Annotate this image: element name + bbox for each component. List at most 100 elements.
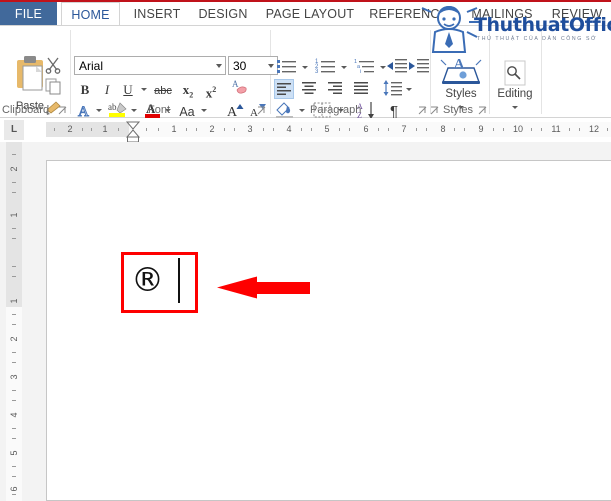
ruler-label: 2 [63,124,77,134]
chevron-down-icon[interactable] [201,109,207,112]
clear-formatting-button[interactable]: A [230,78,250,98]
align-justify-icon [352,79,370,97]
tab-stop-selector[interactable]: L [4,120,24,140]
ruler-label: 5 [320,124,334,134]
copy-button[interactable] [44,77,64,97]
ribbon-tab-strip: FILE HOME INSERT DESIGN PAGE LAYOUT REFE… [0,2,611,26]
indent-markers[interactable] [125,119,141,143]
clipboard-dialog-launcher[interactable] [58,106,67,115]
chevron-down-icon[interactable] [341,66,347,69]
group-label-clipboard: Clipboard [2,104,49,116]
highlight-icon: ab [107,100,129,120]
ruler-label: 7 [397,124,411,134]
tab-page-layout[interactable]: PAGE LAYOUT [258,2,362,26]
paragraph-dialog-launcher[interactable] [418,106,427,115]
numbering-button[interactable]: 1 2 3 [315,57,337,77]
copy-icon [44,77,62,95]
superscript-index: 2 [212,85,216,94]
svg-text:A: A [78,104,89,119]
group-separator [430,30,431,114]
tab-mailings[interactable]: MAILINGS [464,2,540,26]
styles-dialog-launcher[interactable] [478,106,487,115]
ruler-label: 9 [474,124,488,134]
chevron-down-icon[interactable] [512,106,518,109]
text-cursor [178,258,180,303]
strikethrough-button[interactable]: abc [152,81,174,101]
group-label-paragraph: Paragraph [310,104,361,116]
tab-file[interactable]: FILE [0,2,57,26]
subscript-button[interactable]: x2 [180,80,196,100]
tab-references[interactable]: REFERENCES [366,2,460,26]
line-spacing-icon [382,79,404,97]
chevron-down-icon[interactable] [96,109,102,112]
scissors-icon [44,56,62,74]
annotation-arrow [217,274,310,299]
decrease-indent-icon [386,57,408,75]
ruler-label: 11 [549,124,563,134]
bullet-list-icon [276,57,298,75]
group-label-styles: Styles [443,104,473,116]
ruler-label: 2 [205,124,219,134]
tab-insert[interactable]: INSERT [128,2,186,26]
svg-text:3: 3 [315,69,319,75]
multilevel-list-icon: 1 a i [354,57,376,75]
cut-button[interactable] [44,56,64,76]
ruler-label: 2 [9,331,19,347]
document-page[interactable] [46,160,611,501]
grow-font-button[interactable]: A [226,100,246,120]
font-name-value: Arial [79,59,103,73]
highlight-button[interactable]: ab [107,100,127,120]
styles-gallery-label: Styles [434,88,488,100]
clear-formatting-icon: A [230,78,250,96]
ruler-label: 2 [9,161,19,177]
font-size-value: 30 [233,59,246,73]
decrease-indent-button[interactable] [386,57,408,77]
chevron-down-icon[interactable] [216,64,222,68]
group-separator [489,30,490,114]
chevron-down-icon[interactable] [131,109,137,112]
ribbon: Paste Clipboard [0,26,611,118]
shading-icon [274,101,296,119]
font-name-combobox[interactable]: Arial [74,56,226,75]
underline-button[interactable]: U [120,80,136,100]
ruler-label: 3 [9,369,19,385]
align-center-button[interactable] [300,79,320,99]
align-center-icon [300,79,318,97]
ruler-label: 1 [9,293,19,309]
svg-text:A: A [232,79,239,89]
align-right-icon [326,79,344,97]
multilevel-list-button[interactable]: 1 a i [354,57,376,77]
line-spacing-button[interactable] [382,79,404,99]
align-right-button[interactable] [326,79,346,99]
font-dialog-launcher[interactable] [257,106,266,115]
increase-indent-icon [408,57,430,75]
superscript-button[interactable]: x2 [203,80,219,100]
align-left-button[interactable] [274,79,294,99]
italic-button[interactable]: I [99,80,115,100]
word-window: FILE HOME INSERT DESIGN PAGE LAYOUT REFE… [0,0,611,501]
vertical-ruler[interactable]: 2 1 1 2 3 4 5 6 [6,142,22,501]
chevron-down-icon[interactable] [406,88,412,91]
svg-text:A: A [454,57,465,72]
chevron-down-icon[interactable] [141,88,147,91]
tab-review[interactable]: REVIEW [546,2,608,26]
ruler-label: 6 [359,124,373,134]
increase-indent-button[interactable] [408,57,430,77]
tab-home[interactable]: HOME [61,2,120,26]
justify-button[interactable] [352,79,372,99]
ruler-row: L 2 1 1 2 3 4 5 6 7 8 9 10 11 12 [0,118,611,142]
document-workspace: 2 1 1 2 3 4 5 6 [0,142,611,501]
text-effects-icon: A [76,101,96,119]
bold-button[interactable]: B [76,80,94,100]
chevron-down-icon[interactable] [299,109,305,112]
chevron-down-icon[interactable] [268,64,274,68]
bullets-button[interactable] [276,57,298,77]
ruler-label: 12 [587,124,601,134]
styles-dialog-launcher-left[interactable] [430,106,439,115]
grow-font-icon: A [226,100,246,120]
svg-text:i: i [360,69,361,75]
tab-design[interactable]: DESIGN [193,2,253,26]
chevron-down-icon[interactable] [302,66,308,69]
font-size-combobox[interactable]: 30 [228,56,278,75]
numbered-list-icon: 1 2 3 [315,57,337,75]
